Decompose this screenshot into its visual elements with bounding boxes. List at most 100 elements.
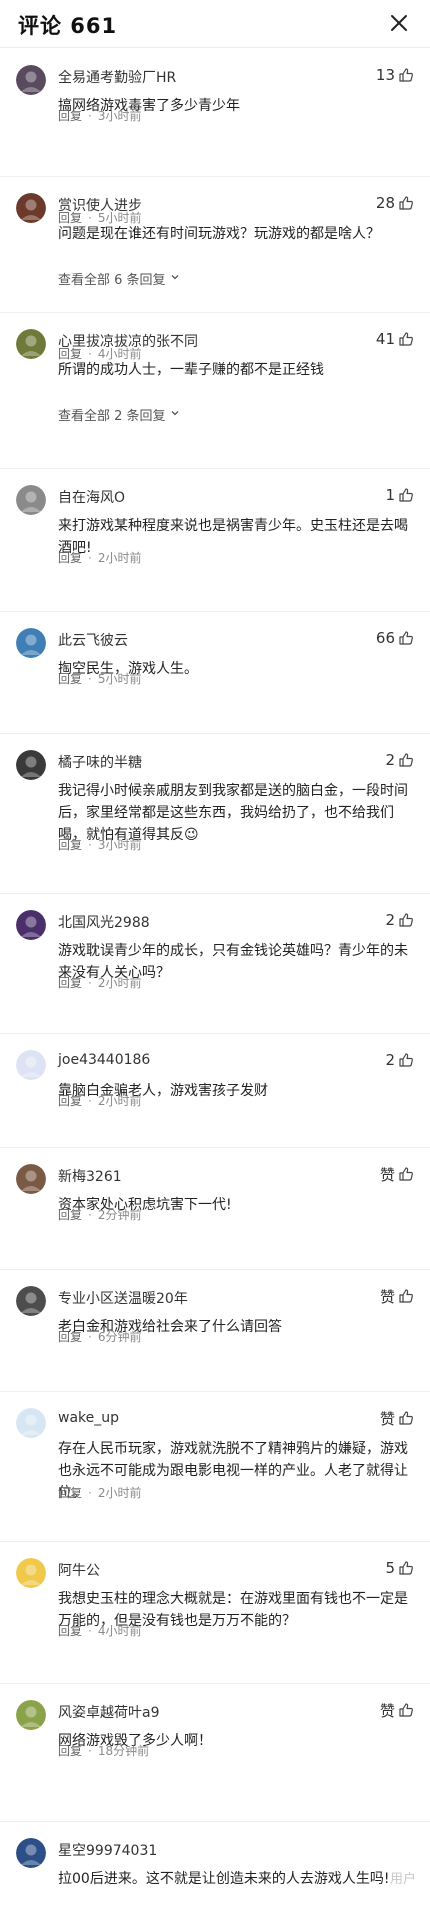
comment-meta: 回复 · 2小时前 xyxy=(58,1484,141,1501)
view-replies-button[interactable]: 查看全部 2 条回复 xyxy=(58,405,180,424)
comment-item: 专业小区送温暖20年赞老白金和游戏给社会来了什么请回答 回复 · 6分钟前 xyxy=(0,1270,430,1392)
comment-username[interactable]: 全易通考勤验厂HR xyxy=(58,67,176,87)
watermark: 用户 xyxy=(389,1872,416,1887)
separator-dot: · xyxy=(88,550,92,565)
reply-button[interactable]: 回复 xyxy=(58,209,82,226)
avatar[interactable] xyxy=(16,1050,46,1080)
comment-username[interactable]: 新梅3261 xyxy=(58,1166,122,1186)
separator-dot: · xyxy=(88,1093,92,1108)
like-button[interactable]: 赞 xyxy=(380,1164,414,1184)
avatar[interactable] xyxy=(16,65,46,95)
comment-time: 6分钟前 xyxy=(97,1330,142,1344)
avatar[interactable] xyxy=(16,1164,46,1194)
reply-button[interactable]: 回复 xyxy=(58,1742,82,1759)
like-count: 66 xyxy=(375,629,395,647)
comment-item: wake_up 赞存在人民币玩家，游戏就洗脱不了精神鸦片的嫌疑，游戏也永远不可能成… xyxy=(0,1392,430,1542)
like-button[interactable]: 28 xyxy=(376,193,414,213)
like-button[interactable]: 5 xyxy=(385,1558,414,1578)
reply-button[interactable]: 回复 xyxy=(58,549,82,566)
thumbs-up-icon xyxy=(398,195,414,211)
comment-username[interactable]: 橘子味的半糖 xyxy=(58,752,142,772)
comment-username[interactable]: wake_up xyxy=(58,1410,119,1426)
chevron-down-icon xyxy=(170,271,180,286)
comment-item: 此云飞彼云 66 掏空民生，游戏人生。 回复 · 5小时前 xyxy=(0,612,430,734)
comment-item: 阿牛公 5 我想史玉柱的理念大概就是：在游戏里面有钱也不一定是万能的，但是没有钱也是… xyxy=(0,1542,430,1684)
reply-button[interactable]: 回复 xyxy=(58,345,82,362)
like-count: 赞 xyxy=(379,1409,395,1428)
like-button[interactable]: 2 xyxy=(385,910,414,930)
like-count: 赞 xyxy=(379,1165,395,1184)
reply-button[interactable]: 回复 xyxy=(58,1484,82,1501)
close-icon[interactable] xyxy=(388,12,410,34)
view-replies-button[interactable]: 查看全部 6 条回复 xyxy=(58,269,180,288)
like-button[interactable]: 1 xyxy=(385,485,414,505)
reply-button[interactable]: 回复 xyxy=(58,836,82,853)
comment-item: 新梅3261 赞资本家处心积虑坑害下一代! 回复 · 2分钟前 xyxy=(0,1148,430,1270)
comment-username[interactable]: 星空99974031 xyxy=(58,1840,157,1860)
reply-button[interactable]: 回复 xyxy=(58,1622,82,1639)
reply-button[interactable]: 回复 xyxy=(58,1206,82,1223)
like-button[interactable]: 66 xyxy=(376,628,414,648)
chevron-down-icon xyxy=(170,407,180,422)
comment-time: 2小时前 xyxy=(97,551,142,565)
thumbs-up-icon xyxy=(398,630,414,646)
comment-username[interactable]: 北国风光2988 xyxy=(58,912,150,932)
avatar[interactable] xyxy=(16,750,46,780)
like-button[interactable]: 赞 xyxy=(380,1286,414,1306)
thumbs-up-icon xyxy=(398,912,414,928)
comment-username[interactable]: 专业小区送温暖20年 xyxy=(58,1288,188,1308)
avatar[interactable] xyxy=(16,628,46,658)
like-button[interactable]: 赞 xyxy=(380,1700,414,1720)
thumbs-up-icon xyxy=(398,331,414,347)
comment-username[interactable]: 此云飞彼云 xyxy=(58,630,128,650)
reply-button[interactable]: 回复 xyxy=(58,974,82,991)
reply-button[interactable]: 回复 xyxy=(58,107,82,124)
thumbs-up-icon xyxy=(398,1410,414,1426)
comments-header: 评论 661 xyxy=(0,0,430,48)
like-count: 41 xyxy=(375,330,395,348)
reply-button[interactable]: 回复 xyxy=(58,1092,82,1109)
comment-meta: 回复 · 2小时前 xyxy=(58,974,141,991)
comment-item: 北国风光2988 2 游戏耽误青少年的成长，只有金钱论英雄吗？青少年的未来没有人关心… xyxy=(0,894,430,1034)
comment-username[interactable]: 阿牛公 xyxy=(58,1560,100,1580)
reply-button[interactable]: 回复 xyxy=(58,1328,82,1345)
comment-time: 2小时前 xyxy=(97,976,142,990)
like-button[interactable]: 13 xyxy=(376,65,414,85)
comment-time: 18分钟前 xyxy=(97,1744,150,1758)
comment-username[interactable]: 风姿卓越荷叶a9 xyxy=(58,1702,160,1722)
avatar[interactable] xyxy=(16,1558,46,1588)
thumbs-up-icon xyxy=(398,67,414,83)
comment-item: 自在海风O 1 来打游戏某种程度来说也是祸害青少年。史玉柱还是去喝酒吧! 回复 · 2小时… xyxy=(0,469,430,612)
comment-meta: 回复 · 4小时前 xyxy=(58,1622,141,1639)
avatar[interactable] xyxy=(16,1408,46,1438)
avatar[interactable] xyxy=(16,1838,46,1868)
comment-time: 5小时前 xyxy=(97,211,142,225)
like-count: 2 xyxy=(385,911,395,929)
thumbs-up-icon xyxy=(398,1288,414,1304)
comment-meta: 回复 · 2小时前 xyxy=(58,1092,141,1109)
comment-username[interactable]: joe43440186 xyxy=(58,1052,150,1068)
like-button[interactable]: 2 xyxy=(385,1050,414,1070)
like-count: 1 xyxy=(385,486,395,504)
separator-dot: · xyxy=(88,1623,92,1638)
avatar[interactable] xyxy=(16,193,46,223)
like-button[interactable]: 赞 xyxy=(380,1408,414,1428)
like-count: 赞 xyxy=(379,1287,395,1306)
avatar[interactable] xyxy=(16,1700,46,1730)
comment-meta: 回复 · 4小时前 xyxy=(58,345,141,362)
avatar[interactable] xyxy=(16,910,46,940)
like-button[interactable]: 41 xyxy=(376,329,414,349)
reply-button[interactable]: 回复 xyxy=(58,670,82,687)
like-count: 2 xyxy=(385,1051,395,1069)
comment-username[interactable]: 自在海风O xyxy=(58,487,125,507)
like-button[interactable]: 2 xyxy=(385,750,414,770)
avatar[interactable] xyxy=(16,1286,46,1316)
avatar[interactable] xyxy=(16,329,46,359)
comment-meta: 回复 · 2分钟前 xyxy=(58,1206,141,1223)
avatar[interactable] xyxy=(16,485,46,515)
like-count: 赞 xyxy=(379,1701,395,1720)
separator-dot: · xyxy=(88,671,92,686)
thumbs-up-icon xyxy=(398,752,414,768)
comment-meta: 回复 · 2小时前 xyxy=(58,549,141,566)
comment-item: joe43440186 2 靠脑白金骗老人，游戏害孩子发财 回复 · 2小时前 xyxy=(0,1034,430,1148)
